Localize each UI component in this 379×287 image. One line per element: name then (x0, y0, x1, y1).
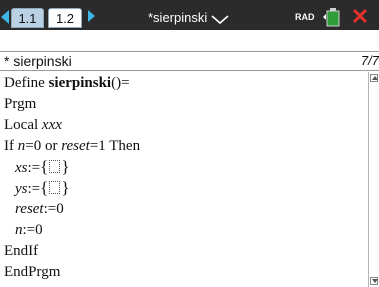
code-line[interactable]: reset:=0 (15, 200, 64, 218)
open-brace: { (40, 178, 49, 197)
if-keyword: If (4, 138, 18, 154)
code-editor[interactable]: Define sierpinski()= Prgm Local xxx If n… (0, 71, 366, 287)
code-line[interactable]: EndPrgm (4, 263, 60, 281)
if-condition-mid: =0 or (25, 138, 62, 154)
program-name-text: sierpinski (48, 75, 112, 91)
local-variable: xxx (41, 117, 62, 133)
empty-list-placeholder[interactable] (49, 181, 61, 194)
var-xs: xs (15, 160, 28, 176)
endif-keyword: EndIf (4, 243, 39, 259)
vertical-scrollbar[interactable] (368, 72, 379, 287)
code-line[interactable]: Local xxx (4, 116, 62, 134)
empty-list-placeholder[interactable] (49, 160, 61, 173)
close-brace: } (61, 157, 70, 176)
code-line[interactable]: ys:={} (15, 178, 70, 198)
code-line[interactable]: EndIf (4, 242, 38, 260)
assign-zero: :=0 (43, 201, 64, 217)
code-line[interactable]: Define sierpinski()= (4, 74, 130, 92)
define-keyword: Define (4, 75, 49, 91)
page-indicator: 7/7 (360, 53, 379, 68)
code-line[interactable]: Prgm (4, 95, 36, 113)
var-n: n (15, 222, 23, 238)
var-reset: reset (15, 201, 44, 217)
assign-operator: := (27, 181, 41, 197)
code-line[interactable]: n:=0 (15, 221, 43, 239)
top-bar: 1.1 1.2 *sierpinski RAD ✕ (0, 0, 379, 30)
tab-1-1[interactable]: 1.1 (11, 8, 44, 28)
open-brace: { (40, 157, 49, 176)
document-title[interactable]: *sierpinski (148, 8, 229, 28)
program-editor-header: * sierpinski 7/7 (0, 51, 379, 71)
endprgm-keyword: EndPrgm (4, 264, 61, 280)
close-icon[interactable]: ✕ (347, 6, 373, 28)
toolbar-area (0, 30, 379, 51)
document-title-label: *sierpinski (148, 10, 208, 25)
chevron-down-icon[interactable] (211, 12, 229, 26)
assign-zero: :=0 (22, 222, 43, 238)
status-text: RAD (295, 12, 315, 22)
tab-1-2[interactable]: 1.2 (48, 8, 82, 28)
previous-tab-icon[interactable] (1, 10, 9, 24)
var-reset: reset (61, 138, 90, 154)
if-condition-end: =1 Then (89, 138, 141, 154)
assign-operator: := (27, 160, 41, 176)
close-brace: } (61, 178, 70, 197)
next-tab-icon[interactable] (88, 10, 95, 22)
scroll-up-icon[interactable] (370, 74, 378, 82)
var-ys: ys (15, 181, 28, 197)
battery-icon (323, 8, 340, 27)
code-line[interactable]: xs:={} (15, 157, 70, 177)
code-line[interactable]: If n=0 or reset=1 Then (4, 137, 140, 155)
prgm-keyword: Prgm (4, 96, 37, 112)
scroll-down-icon[interactable] (370, 277, 378, 285)
program-name: * sierpinski (4, 53, 72, 69)
define-parens: ()= (111, 75, 130, 91)
local-keyword: Local (4, 117, 42, 133)
